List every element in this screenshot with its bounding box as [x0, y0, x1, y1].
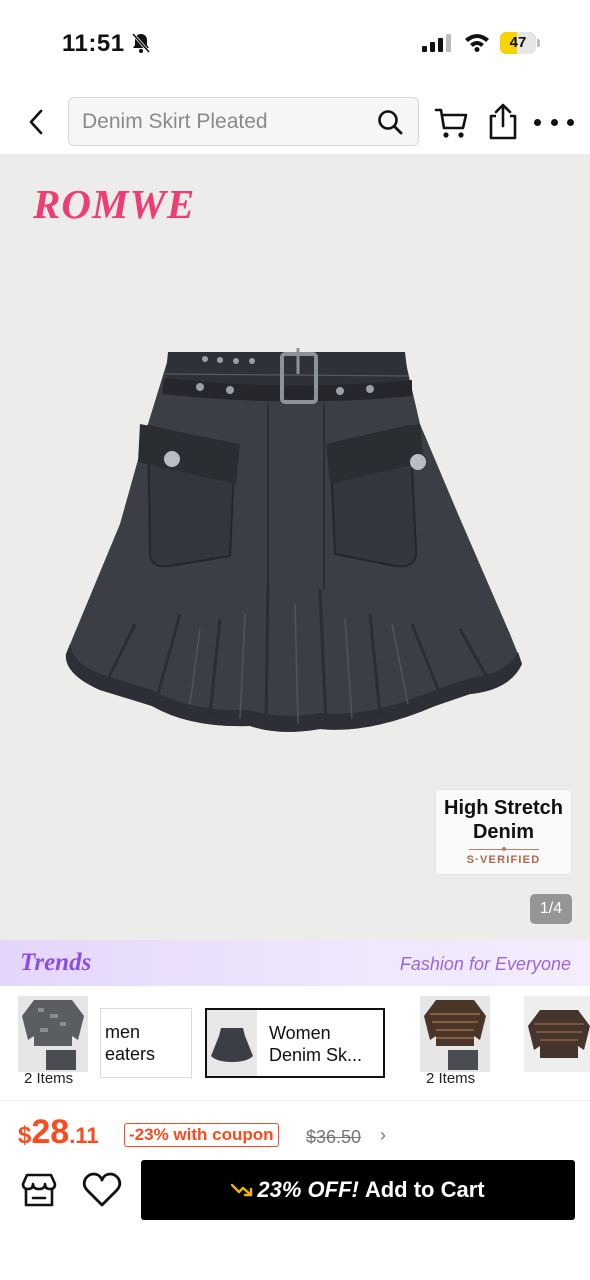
carousel-item[interactable] — [524, 996, 590, 1076]
search-input[interactable]: Denim Skirt Pleated — [68, 97, 419, 146]
original-price: $36.50 — [306, 1127, 362, 1147]
share-button[interactable] — [486, 102, 520, 142]
trends-logo: Trends — [20, 949, 92, 976]
product-image-gallery[interactable]: ROMWE High Stretch Denim S·VERIFIED 1/4 — [0, 154, 590, 940]
skirt-thumbnail — [207, 1010, 257, 1076]
status-time: 11:51 — [62, 30, 125, 57]
bundle-count-label: 2 Items — [426, 1070, 476, 1087]
high-stretch-denim-badge: High Stretch Denim S·VERIFIED — [436, 790, 571, 874]
badge-title-line2: Denim — [472, 821, 535, 843]
battery-indicator: 47 — [500, 32, 540, 54]
denim-skirt-image — [65, 348, 522, 732]
carousel-item-title-line1: Women — [269, 1023, 331, 1043]
add-to-cart-label: Add to Cart — [364, 1177, 485, 1202]
dot-icon — [534, 118, 541, 126]
carousel-item-title-line1: men — [105, 1022, 141, 1042]
carousel-item[interactable]: men eaters — [100, 1008, 192, 1078]
price-row[interactable]: $28.11 -23% with coupon $36.50 › — [0, 1100, 590, 1152]
dot-icon — [567, 118, 574, 126]
wishlist-button[interactable] — [81, 1170, 123, 1210]
bottom-action-bar: 23% OFF! Add to Cart — [0, 1152, 590, 1280]
more-options-button[interactable] — [534, 108, 574, 136]
back-button[interactable] — [18, 102, 54, 142]
image-page-counter: 1/4 — [530, 894, 572, 924]
coupon-badge: -23% with coupon — [124, 1123, 279, 1147]
trend-down-icon — [231, 1183, 253, 1197]
price-currency: $ — [18, 1122, 32, 1149]
sweater-thumbnail — [524, 996, 590, 1072]
bundle-count-label: 2 Items — [24, 1070, 74, 1087]
carousel-item-title-line2: Denim Sk... — [269, 1045, 363, 1065]
share-icon — [489, 103, 517, 140]
trends-tagline: Fashion for Everyone — [399, 954, 571, 974]
add-to-cart-button[interactable]: 23% OFF! Add to Cart — [141, 1160, 575, 1220]
sweater-thumbnail — [18, 996, 88, 1072]
trends-banner[interactable]: Trends Fashion for Everyone — [0, 940, 590, 986]
product-page: 11:51 47 Denim Skirt Pleated ROMWE High … — [0, 0, 590, 1280]
dot-icon — [550, 118, 558, 126]
brand-logo: ROMWE — [33, 181, 196, 227]
search-query: Denim Skirt Pleated — [82, 110, 268, 133]
badge-divider — [468, 847, 539, 851]
cart-button[interactable] — [433, 104, 471, 142]
cart-icon — [434, 108, 468, 138]
price-decimal: .11 — [69, 1123, 99, 1148]
chevron-left-icon — [29, 109, 43, 135]
current-price: $28.11 — [18, 1113, 99, 1152]
price-integer: 28 — [31, 1113, 70, 1151]
heart-icon — [82, 1172, 122, 1207]
store-button[interactable] — [19, 1170, 59, 1210]
carousel-item[interactable] — [420, 996, 490, 1076]
store-icon — [21, 1173, 57, 1207]
search-header: Denim Skirt Pleated — [0, 88, 590, 154]
trends-carousel[interactable]: 2 Items men eaters Women Denim Sk... 2 I… — [0, 986, 590, 1100]
chevron-right-icon: › — [380, 1125, 386, 1145]
carousel-item[interactable] — [18, 996, 88, 1076]
status-bar: 11:51 47 — [0, 0, 590, 88]
discount-label: 23% OFF! — [257, 1177, 359, 1202]
carousel-item-title-line2: eaters — [105, 1044, 156, 1064]
bell-off-icon — [131, 33, 151, 53]
signal-icon — [422, 34, 451, 52]
search-icon[interactable] — [376, 108, 404, 136]
sweater-thumbnail — [420, 996, 490, 1072]
battery-level: 47 — [509, 34, 527, 51]
badge-title-line1: High Stretch — [444, 797, 563, 819]
badge-verified: S·VERIFIED — [466, 854, 541, 866]
wifi-icon — [465, 34, 489, 52]
carousel-item-selected[interactable]: Women Denim Sk... — [205, 1008, 385, 1078]
